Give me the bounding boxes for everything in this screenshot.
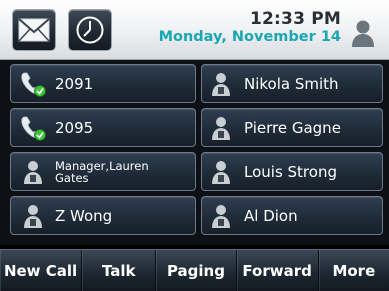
- line-key-z-wong[interactable]: Z Wong: [10, 196, 196, 235]
- line-key-label: Nikola Smith: [244, 74, 339, 93]
- status-bar: 12:33 PM Monday, November 14: [0, 0, 389, 60]
- paging-softkey[interactable]: Paging: [156, 250, 237, 291]
- line-key-label: Manager,Lauren Gates: [55, 158, 149, 185]
- clock-time: 12:33 PM: [249, 9, 341, 29]
- line-keys-grid: 2091 Nikola Smith 2095 Pierre Gagne Mana…: [0, 60, 389, 245]
- line-key-label: Al Dion: [244, 206, 298, 225]
- user-avatar-icon[interactable]: [351, 19, 375, 47]
- line-key-label: Louis Strong: [244, 162, 337, 181]
- line-key-label: 2095: [55, 118, 94, 137]
- contact-icon: [212, 205, 230, 228]
- more-softkey[interactable]: More: [319, 250, 389, 291]
- phone-line-icon: [21, 116, 46, 141]
- messages-button[interactable]: [12, 9, 56, 51]
- line-key-al-dion[interactable]: Al Dion: [201, 196, 383, 235]
- line-key-2095[interactable]: 2095: [10, 108, 196, 147]
- line-key-nikola-smith[interactable]: Nikola Smith: [201, 64, 383, 103]
- line-key-louis-strong[interactable]: Louis Strong: [201, 152, 383, 191]
- contact-icon: [24, 205, 42, 228]
- contact-icon: [212, 117, 230, 140]
- talk-softkey[interactable]: Talk: [82, 250, 157, 291]
- softkey-bar: New Call Talk Paging Forward More: [0, 249, 389, 291]
- line-key-manager-lauren-gates[interactable]: Manager,Lauren Gates: [10, 152, 196, 191]
- contact-icon: [212, 161, 230, 184]
- line-key-label: 2091: [55, 74, 94, 93]
- forward-softkey[interactable]: Forward: [237, 250, 319, 291]
- line-key-label: Z Wong: [55, 206, 113, 225]
- clock-date: Monday, November 14: [158, 29, 341, 45]
- line-key-label: Pierre Gagne: [244, 118, 341, 137]
- line-key-2091[interactable]: 2091: [10, 64, 196, 103]
- contact-icon: [212, 73, 230, 96]
- new-call-softkey[interactable]: New Call: [0, 250, 83, 291]
- phone-line-icon: [21, 72, 46, 97]
- line-key-pierre-gagne[interactable]: Pierre Gagne: [201, 108, 383, 147]
- envelope-icon: [18, 18, 50, 42]
- contact-icon: [24, 161, 42, 184]
- clock-icon: [76, 16, 104, 44]
- clock-button[interactable]: [68, 9, 112, 51]
